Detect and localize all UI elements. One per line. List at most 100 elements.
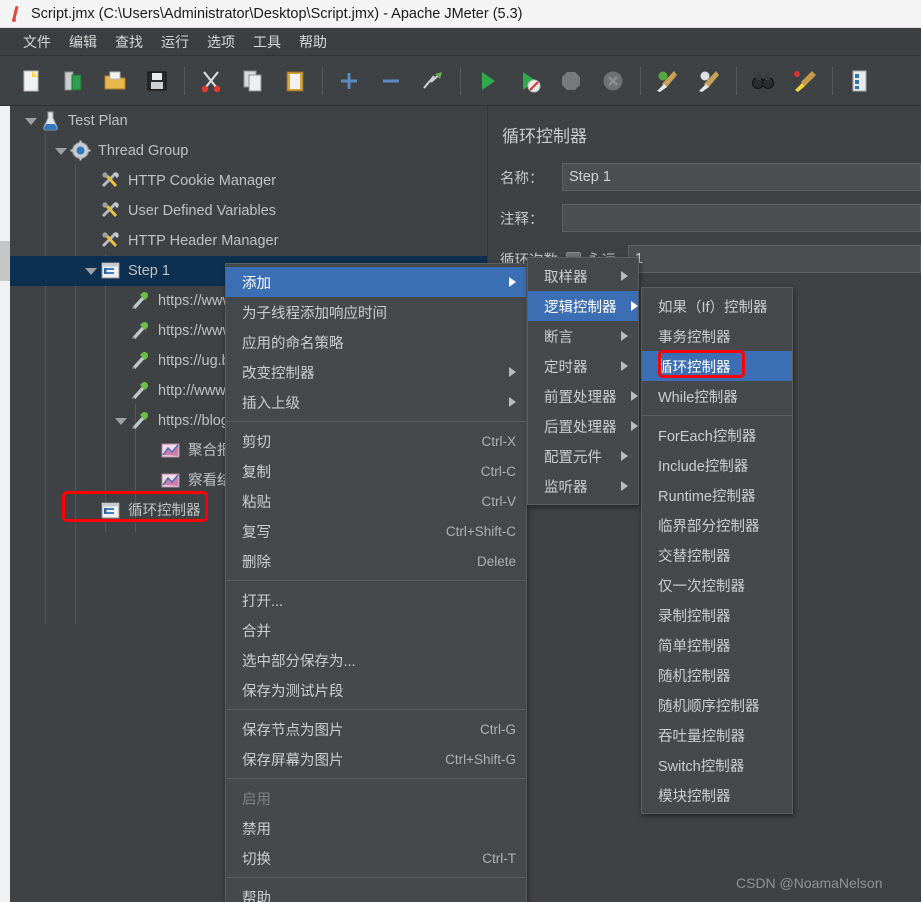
menu-item[interactable]: 选中部分保存为... (226, 645, 526, 675)
menu-item[interactable]: 粘贴Ctrl-V (226, 486, 526, 516)
chevron-down-icon[interactable] (52, 136, 70, 166)
menu-item[interactable]: 切换Ctrl-T (226, 843, 526, 873)
add-submenu[interactable]: 取样器逻辑控制器断言定时器前置处理器后置处理器配置元件监听器 (527, 257, 639, 505)
start-no-pauses-icon[interactable] (512, 64, 546, 98)
chevron-down-icon[interactable] (112, 406, 130, 436)
menu-item[interactable]: 简单控制器 (642, 630, 792, 660)
clear-all-icon[interactable] (692, 64, 726, 98)
menu-item[interactable]: 取样器 (528, 261, 638, 291)
search-icon[interactable] (746, 64, 780, 98)
copy-icon[interactable] (236, 64, 270, 98)
tree-vertical-scrollbar[interactable] (0, 106, 10, 902)
menu-item[interactable]: 录制控制器 (642, 600, 792, 630)
chevron-down-icon[interactable] (22, 106, 40, 136)
menu-item[interactable]: 禁用 (226, 813, 526, 843)
menubar-item-5[interactable]: 工具 (244, 30, 290, 54)
menu-item-shortcut: Ctrl-X (482, 434, 517, 449)
toolbar-separator (640, 67, 641, 95)
cut-icon[interactable] (194, 64, 228, 98)
menu-item[interactable]: 监听器 (528, 471, 638, 501)
tree-node[interactable]: User Defined Variables (10, 196, 487, 226)
menu-item[interactable]: 交替控制器 (642, 540, 792, 570)
shutdown-icon[interactable] (596, 64, 630, 98)
open-icon[interactable] (98, 64, 132, 98)
menu-item[interactable]: 复制Ctrl-C (226, 456, 526, 486)
menu-item-shortcut: Delete (477, 554, 516, 569)
paste-icon[interactable] (278, 64, 312, 98)
menu-item[interactable]: 后置处理器 (528, 411, 638, 441)
collapse-all-icon[interactable] (374, 64, 408, 98)
menu-item[interactable]: 合并 (226, 615, 526, 645)
menu-item[interactable]: 为子线程添加响应时间 (226, 297, 526, 327)
tree-node[interactable]: Test Plan (10, 106, 487, 136)
menu-item[interactable]: 改变控制器 (226, 357, 526, 387)
save-icon[interactable] (140, 64, 174, 98)
chevron-down-icon[interactable] (82, 256, 100, 286)
listener-icon (160, 470, 182, 492)
scrollbar-thumb[interactable] (0, 241, 10, 281)
menu-item[interactable]: 仅一次控制器 (642, 570, 792, 600)
comment-input[interactable] (562, 204, 921, 232)
menu-item[interactable]: ForEach控制器 (642, 420, 792, 450)
menu-item[interactable]: 插入上级 (226, 387, 526, 417)
toggle-icon[interactable] (416, 64, 450, 98)
menu-item[interactable]: 配置元件 (528, 441, 638, 471)
menu-item[interactable]: 应用的命名策略 (226, 327, 526, 357)
clear-icon[interactable] (650, 64, 684, 98)
name-label: 名称： (500, 167, 562, 188)
menu-item[interactable]: 帮助 (226, 882, 526, 902)
menu-item[interactable]: 删除Delete (226, 546, 526, 576)
menu-item[interactable]: 前置处理器 (528, 381, 638, 411)
menubar-item-6[interactable]: 帮助 (290, 30, 336, 54)
menu-item[interactable]: Switch控制器 (642, 750, 792, 780)
menubar-item-4[interactable]: 选项 (198, 30, 244, 54)
new-icon[interactable] (14, 64, 48, 98)
menu-item[interactable]: Include控制器 (642, 450, 792, 480)
menu-item[interactable]: 保存为测试片段 (226, 675, 526, 705)
menu-item[interactable]: 循环控制器 (642, 351, 792, 381)
loop-count-input[interactable]: 1 (628, 245, 921, 273)
menubar-item-2[interactable]: 查找 (106, 30, 152, 54)
menu-item[interactable]: 断言 (528, 321, 638, 351)
menu-item[interactable]: 模块控制器 (642, 780, 792, 810)
templates-icon[interactable] (56, 64, 90, 98)
stop-icon[interactable] (554, 64, 588, 98)
expand-all-icon[interactable] (332, 64, 366, 98)
menu-item[interactable]: 如果（If）控制器 (642, 291, 792, 321)
menu-item[interactable]: 剪切Ctrl-X (226, 426, 526, 456)
menu-item[interactable]: While控制器 (642, 381, 792, 411)
toolbar-separator (184, 67, 185, 95)
menu-item-label: 取样器 (544, 266, 607, 287)
reset-search-icon[interactable] (788, 64, 822, 98)
menu-item[interactable]: 保存节点为图片Ctrl-G (226, 714, 526, 744)
menu-item[interactable]: 临界部分控制器 (642, 510, 792, 540)
menu-item[interactable]: 添加 (226, 267, 526, 297)
logic-controller-submenu[interactable]: 如果（If）控制器事务控制器循环控制器While控制器 ForEach控制器Inc… (641, 287, 793, 814)
start-icon[interactable] (470, 64, 504, 98)
tree-spacer (112, 286, 130, 316)
tree-node[interactable]: HTTP Cookie Manager (10, 166, 487, 196)
function-helper-icon[interactable] (842, 64, 876, 98)
menubar-item-0[interactable]: 文件 (14, 30, 60, 54)
menu-item[interactable]: 保存屏幕为图片Ctrl+Shift-G (226, 744, 526, 774)
menubar-item-3[interactable]: 运行 (152, 30, 198, 54)
menu-item[interactable]: Runtime控制器 (642, 480, 792, 510)
menu-item[interactable]: 随机控制器 (642, 660, 792, 690)
menu-item[interactable]: 复写Ctrl+Shift-C (226, 516, 526, 546)
menubar-item-1[interactable]: 编辑 (60, 30, 106, 54)
menu-item[interactable]: 吞吐量控制器 (642, 720, 792, 750)
menu-item[interactable]: 事务控制器 (642, 321, 792, 351)
chevron-right-icon (631, 301, 638, 311)
menu-item-label: 切换 (242, 848, 448, 869)
tree-node[interactable]: HTTP Header Manager (10, 226, 487, 256)
tree-context-menu[interactable]: 添加为子线程添加响应时间应用的命名策略改变控制器插入上级剪切Ctrl-X复制Ct… (225, 263, 527, 902)
menu-item[interactable]: 定时器 (528, 351, 638, 381)
name-input[interactable]: Step 1 (562, 163, 921, 191)
menu-item-shortcut: Ctrl-C (481, 464, 516, 479)
menu-item[interactable]: 逻辑控制器 (528, 291, 638, 321)
menu-item[interactable]: 打开... (226, 585, 526, 615)
config-element-icon (100, 230, 122, 252)
tree-node-label: User Defined Variables (128, 196, 276, 226)
tree-node[interactable]: Thread Group (10, 136, 487, 166)
menu-item[interactable]: 随机顺序控制器 (642, 690, 792, 720)
